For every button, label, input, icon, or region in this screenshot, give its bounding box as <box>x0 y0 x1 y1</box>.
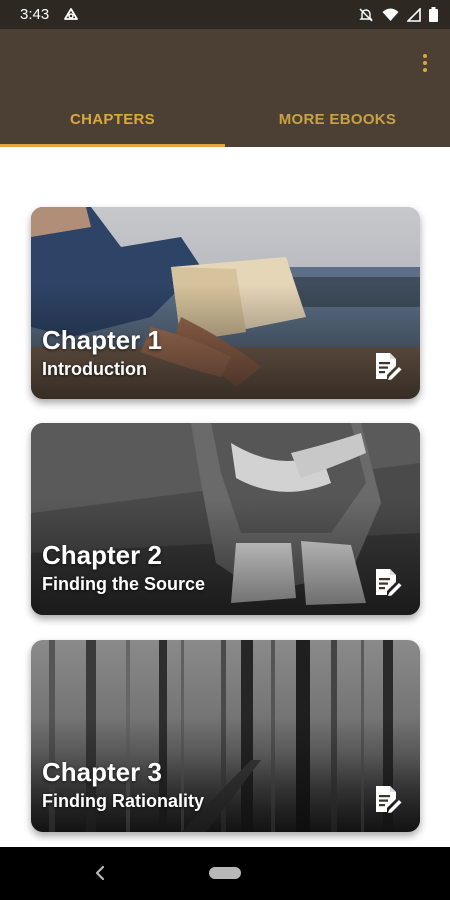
system-nav-bar <box>0 847 450 900</box>
more-vert-icon[interactable] <box>416 51 434 75</box>
chapter-3-title: Chapter 3 <box>42 757 162 787</box>
notification-app-icon <box>63 7 79 23</box>
status-bar: 3:43 <box>0 0 450 29</box>
chapter-card-1[interactable]: Chapter 1 Introduction <box>31 207 420 399</box>
chapter-1-title: Chapter 1 <box>42 325 162 355</box>
home-pill-icon[interactable] <box>209 867 241 879</box>
edit-note-icon[interactable] <box>372 351 402 381</box>
chapter-1-subtitle: Introduction <box>42 359 147 379</box>
back-chevron-icon[interactable] <box>92 864 108 882</box>
battery-icon <box>429 7 438 22</box>
tab-bar: CHAPTERS MORE EBOOKS <box>0 91 450 147</box>
status-time: 3:43 <box>20 6 50 23</box>
tab-chapters[interactable]: CHAPTERS <box>0 91 225 147</box>
chapter-2-title: Chapter 2 <box>42 540 162 570</box>
edit-note-icon[interactable] <box>372 567 402 597</box>
tab-chapters-label: CHAPTERS <box>70 110 155 128</box>
signal-icon <box>407 7 421 22</box>
wifi-icon <box>382 8 399 22</box>
tab-more-ebooks-label: MORE EBOOKS <box>278 110 397 128</box>
app-bar: CHAPTERS MORE EBOOKS <box>0 29 450 147</box>
mute-icon <box>358 7 374 23</box>
chapter-card-3[interactable]: Chapter 3 Finding Rationality <box>31 640 420 832</box>
edit-note-icon[interactable] <box>372 784 402 814</box>
tab-more-ebooks[interactable]: MORE EBOOKS <box>225 91 450 147</box>
chapter-list: Chapter 1 Introduction Chapter 2 Finding… <box>0 147 450 847</box>
chapter-card-2[interactable]: Chapter 2 Finding the Source <box>31 423 420 615</box>
chapter-2-subtitle: Finding the Source <box>42 574 206 594</box>
chapter-3-subtitle: Finding Rationality <box>42 791 204 811</box>
